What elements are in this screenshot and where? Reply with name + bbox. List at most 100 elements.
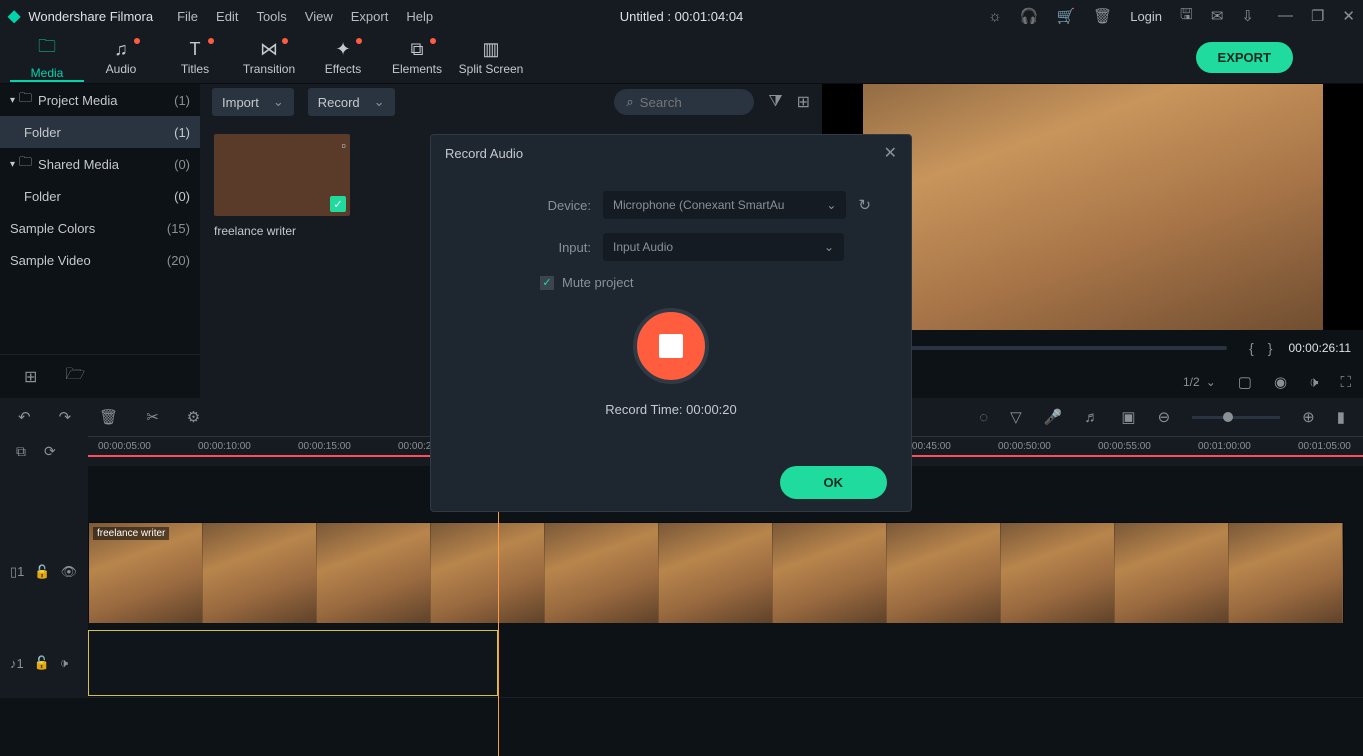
tab-audio[interactable]: ♫Audio [84,34,158,82]
fullscreen-icon[interactable]: ⛶ [1340,374,1351,391]
timecode: 00:00:26:11 [1288,341,1351,355]
video-track-header[interactable]: ▯1 🔓 👁 [0,516,88,628]
ok-button[interactable]: OK [780,466,888,499]
undo-icon[interactable]: ↶ [18,408,31,426]
adjust-icon[interactable]: ⚙ [187,408,200,426]
tree-shared-folder[interactable]: Folder(0) [0,180,200,212]
dialog-title: Record Audio [445,146,523,161]
splitscreen-icon: ▥ [482,39,499,60]
audio-clip[interactable] [88,630,498,696]
record-dropdown[interactable]: Record [308,88,395,116]
record-audio-dialog: Record Audio ✕ Device: Microphone (Conex… [430,134,912,512]
link-icon[interactable]: ⧉ [16,443,26,460]
tab-transition[interactable]: ⋈Transition [232,34,306,82]
video-track-body[interactable]: freelance writer [88,516,1363,628]
zoom-out-icon[interactable]: ⊖ [1158,408,1171,426]
menu-view[interactable]: View [305,9,333,24]
tab-titles[interactable]: TTitles [158,34,232,82]
audio-track-label: ♪1 [10,656,24,671]
zoom-in-icon[interactable]: ⊕ [1302,408,1315,426]
input-label: Input: [471,240,591,255]
login-button[interactable]: Login [1130,9,1162,24]
delete-icon[interactable]: 🗑 [99,408,118,426]
eye-icon[interactable]: 👁 [61,564,78,580]
menu-tools[interactable]: Tools [256,9,286,24]
tab-effects[interactable]: ✦Effects [306,34,380,82]
stop-icon [659,334,683,358]
filter-icon[interactable]: ⧩ [768,93,782,111]
folder-open-icon[interactable]: 🗁 [65,363,85,390]
media-tree: 🗀Project Media(1) Folder(1) 🗀Shared Medi… [0,84,200,398]
dialog-close-icon[interactable]: ✕ [884,143,897,163]
new-folder-icon[interactable]: ⊞ [24,367,37,387]
record-time: Record Time: 00:00:20 [605,402,737,417]
lightbulb-icon[interactable]: ☼ [988,8,1002,25]
document-title: Untitled : 00:01:04:04 [620,9,744,24]
app-name: Wondershare Filmora [28,9,153,24]
marker-icon[interactable]: ▽ [1010,408,1022,426]
zoom-select[interactable]: 1/2⌄ [1183,375,1216,389]
text-icon: T [190,39,201,60]
record-stop-button[interactable] [633,308,709,384]
grid-view-icon[interactable]: ⊞ [797,92,810,112]
maximize-icon[interactable]: ❐ [1311,7,1324,25]
search-input[interactable]: ⌕ [614,89,754,115]
tree-shared-media[interactable]: 🗀Shared Media(0) [0,148,200,180]
cart-icon[interactable]: 🛒 [1056,7,1075,25]
menu-edit[interactable]: Edit [216,9,238,24]
display-icon[interactable]: ▢ [1238,373,1252,391]
volume-icon[interactable]: 🕩 [1309,374,1318,391]
cut-icon[interactable]: ✂ [146,408,159,426]
zoom-slider[interactable] [1192,416,1280,419]
mark-out-icon[interactable]: } [1264,340,1277,356]
app-logo-icon: ◆ [8,6,20,26]
mute-checkbox[interactable]: ✓ [540,276,554,290]
zoom-fit-icon[interactable]: ▮ [1337,408,1345,426]
tree-sample-video[interactable]: Sample Video(20) [0,244,200,276]
media-thumbnail[interactable]: ▫✓ freelance writer [214,134,350,238]
menu-file[interactable]: File [177,9,198,24]
menu-export[interactable]: Export [351,9,389,24]
tab-elements[interactable]: ⧉Elements [380,34,454,82]
mail-icon[interactable]: ✉ [1211,7,1224,25]
minimize-icon[interactable]: — [1278,7,1293,25]
audio-track-body[interactable] [88,628,1363,698]
input-select[interactable]: Input Audio [603,233,844,261]
chain-icon[interactable]: ⟳ [44,443,56,460]
tree-project-media[interactable]: 🗀Project Media(1) [0,84,200,116]
close-icon[interactable]: ✕ [1342,7,1355,25]
video-clip[interactable]: freelance writer [88,522,1344,622]
title-bar: ◆ Wondershare Filmora File Edit Tools Vi… [0,0,1363,32]
import-dropdown[interactable]: Import [212,88,294,116]
headphones-icon[interactable]: 🎧 [1020,7,1039,25]
folder-icon: 🗀 [19,89,32,111]
tab-media[interactable]: 🗀Media [10,34,84,82]
audio-track-header[interactable]: ♪1 🔓 🕩 [0,628,88,698]
tree-sample-colors[interactable]: Sample Colors(15) [0,212,200,244]
transition-icon: ⋈ [260,39,278,60]
audio-mix-icon[interactable]: ♬ [1084,409,1099,426]
tab-split-screen[interactable]: ▥Split Screen [454,34,528,82]
check-icon: ✓ [330,196,346,212]
device-select[interactable]: Microphone (Conexant SmartAu [603,191,846,219]
menu-bar: File Edit Tools View Export Help [177,9,433,24]
folder-icon: 🗀 [19,153,32,175]
export-button[interactable]: EXPORT [1196,42,1293,73]
reload-icon[interactable]: ↻ [858,196,871,214]
mute-label: Mute project [562,275,634,290]
snapshot-icon[interactable]: ◉ [1274,373,1287,391]
menu-help[interactable]: Help [406,9,433,24]
color-icon[interactable]: ◌ [979,409,988,426]
crop-icon[interactable]: ▣ [1121,408,1135,426]
download-icon[interactable]: ⇩ [1241,7,1254,25]
tree-folder-selected[interactable]: Folder(1) [0,116,200,148]
lock-icon[interactable]: 🔓 [34,655,50,671]
redo-icon[interactable]: ↷ [59,408,72,426]
speaker-icon[interactable]: 🕩 [60,655,68,671]
save-icon[interactable]: 🖫 [1180,4,1193,29]
lock-icon[interactable]: 🔓 [34,564,50,580]
gift-icon[interactable]: 🗑 [1093,7,1112,25]
mark-in-icon[interactable]: { [1245,340,1258,356]
sparkle-icon: ✦ [335,39,350,60]
voiceover-icon[interactable]: 🎤 [1044,408,1063,426]
